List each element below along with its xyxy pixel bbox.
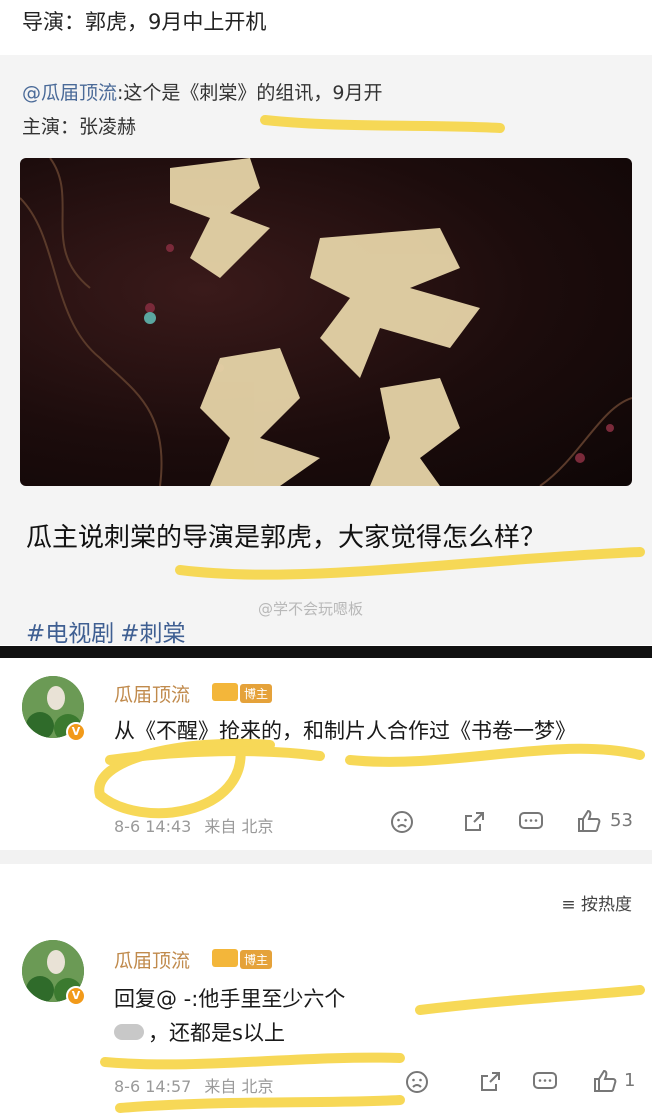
director-line: 导演：郭虎，9月中上开机 <box>22 10 267 34</box>
watermark: @学不会玩嗯板 <box>258 600 364 618</box>
verified-badge-icon: V <box>66 722 86 742</box>
hashtag-list: #电视剧 #刺棠 <box>26 614 192 648</box>
dislike-icon[interactable] <box>405 1070 429 1099</box>
comment-meta: 8-6 14:57 来自 北京 <box>114 1073 274 1097</box>
repost-user-link[interactable]: @瓜届顶流 <box>22 82 117 104</box>
comment-text-continued: ，还都是s以上 <box>148 1021 285 1045</box>
share-icon[interactable] <box>462 810 486 839</box>
repost-lead-actor: 主演：张凌赫 <box>22 116 137 138</box>
commenter-name[interactable]: 瓜届顶流 <box>114 946 190 973</box>
like-button[interactable]: 53 <box>576 808 633 839</box>
like-count: 53 <box>610 810 633 831</box>
emoji-icon <box>114 1024 144 1040</box>
comment-separator <box>0 850 652 864</box>
comment-text: 从《不醒》抢来的，和制片人合作过《书卷一梦》 <box>114 719 576 743</box>
comment-location: 来自 北京 <box>204 817 274 836</box>
post-question: 瓜主说刺棠的导演是郭虎，大家觉得怎么样？ <box>26 523 547 553</box>
commenter-name[interactable]: 瓜届顶流 <box>114 680 190 707</box>
author-badge: 博主 <box>240 684 273 703</box>
crown-icon <box>212 683 238 701</box>
sort-toggle[interactable]: ≡ 按热度 <box>561 890 632 915</box>
comment-icon[interactable] <box>518 810 544 839</box>
like-count: 1 <box>624 1070 636 1091</box>
comment-text: 回复@ -:他手里至少六个 <box>114 987 346 1011</box>
comment-location: 来自 北京 <box>204 1077 274 1096</box>
dislike-icon[interactable] <box>390 810 414 839</box>
comment-time: 8-6 14:57 <box>114 1077 192 1096</box>
poster-image[interactable] <box>20 158 632 486</box>
comment-time: 8-6 14:43 <box>114 817 192 836</box>
section-divider <box>0 646 652 658</box>
comment-meta: 8-6 14:43 来自 北京 <box>114 813 274 837</box>
sort-icon: ≡ <box>561 895 576 915</box>
author-badge: 博主 <box>240 950 273 969</box>
crown-icon <box>212 949 238 967</box>
hashtag-tv-series[interactable]: #电视剧 <box>26 621 114 647</box>
sort-label: 按热度 <box>581 895 632 915</box>
like-icon <box>594 1069 617 1092</box>
share-icon[interactable] <box>478 1070 502 1099</box>
like-button[interactable]: 1 <box>592 1068 635 1099</box>
hashtag-cibtang[interactable]: #刺棠 <box>120 621 185 647</box>
repost-text: @瓜届顶流:这个是《刺棠》的组讯，9月开 <box>22 78 383 105</box>
repost-body: :这个是《刺棠》的组讯，9月开 <box>117 82 383 104</box>
like-icon <box>578 809 601 832</box>
comment-icon[interactable] <box>532 1070 558 1099</box>
poster-artwork <box>20 158 632 486</box>
verified-badge-icon: V <box>66 986 86 1006</box>
